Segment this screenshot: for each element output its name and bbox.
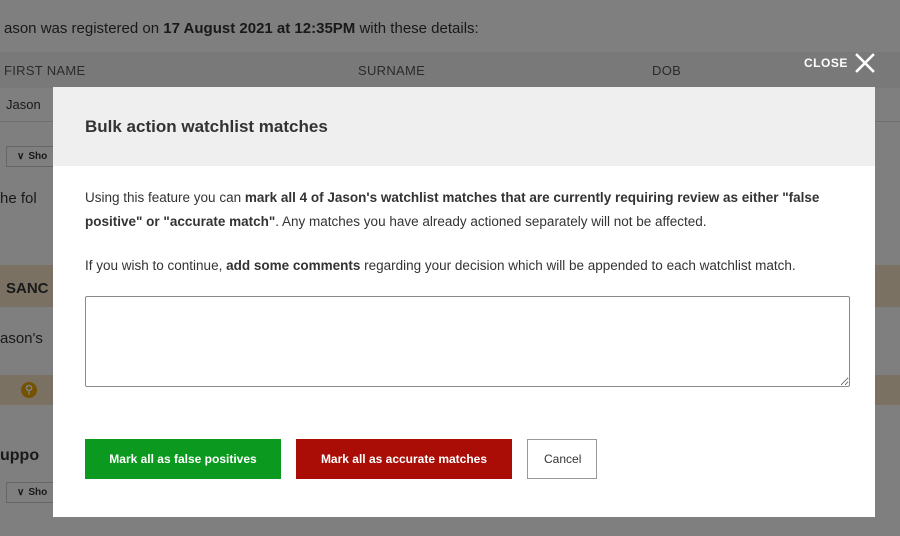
- comments-paragraph: If you wish to continue, add some commen…: [85, 254, 843, 278]
- modal-title: Bulk action watchlist matches: [85, 116, 328, 136]
- comments-text-bold: add some comments: [226, 258, 361, 273]
- comments-textarea[interactable]: [85, 296, 850, 387]
- modal-body: Using this feature you can mark all 4 of…: [53, 166, 875, 387]
- mark-accurate-matches-button[interactable]: Mark all as accurate matches: [296, 439, 512, 479]
- mark-false-positives-button[interactable]: Mark all as false positives: [85, 439, 281, 479]
- close-label: CLOSE: [804, 56, 848, 70]
- comments-text-c: regarding your decision which will be ap…: [360, 258, 796, 273]
- intro-text-c: . Any matches you have already actioned …: [275, 214, 707, 229]
- intro-paragraph: Using this feature you can mark all 4 of…: [85, 186, 843, 234]
- intro-text-a: Using this feature you can: [85, 190, 245, 205]
- modal-header: Bulk action watchlist matches: [53, 87, 875, 166]
- modal-actions: Mark all as false positives Mark all as …: [85, 439, 597, 479]
- comments-text-a: If you wish to continue,: [85, 258, 227, 273]
- close-icon: [855, 53, 875, 73]
- cancel-button[interactable]: Cancel: [527, 439, 597, 479]
- bulk-action-modal: Bulk action watchlist matches Using this…: [53, 87, 875, 517]
- close-button[interactable]: CLOSE: [804, 52, 876, 74]
